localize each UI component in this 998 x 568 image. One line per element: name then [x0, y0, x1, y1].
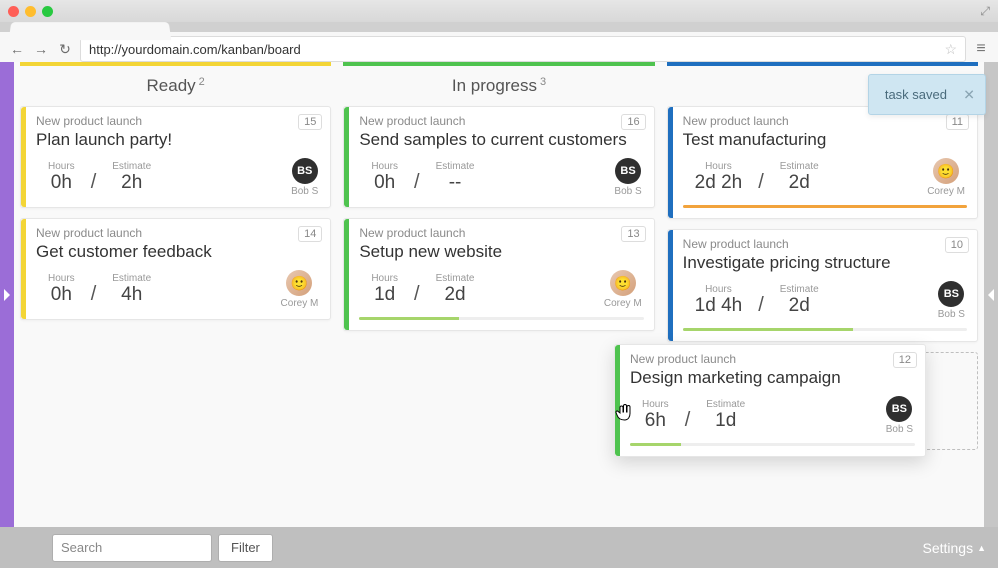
- close-window-icon[interactable]: [8, 6, 19, 17]
- assignee[interactable]: BS Bob S: [614, 158, 643, 197]
- search-placeholder: Search: [61, 540, 102, 555]
- card-number: 13: [621, 226, 645, 242]
- card-project: New product launch: [630, 352, 915, 366]
- back-icon[interactable]: ←: [8, 41, 26, 57]
- next-column-handle[interactable]: [984, 62, 998, 527]
- progress-bar: [683, 328, 967, 331]
- card-project: New product launch: [36, 226, 320, 240]
- bookmark-icon[interactable]: ☆: [944, 41, 957, 58]
- assignee[interactable]: Corey M: [604, 270, 644, 309]
- settings-button[interactable]: Settings ▲: [922, 540, 986, 556]
- column-title: In progress3: [343, 66, 654, 106]
- avatar: BS: [886, 396, 912, 422]
- card-title: Send samples to current customers: [359, 130, 643, 150]
- avatar: [933, 158, 959, 184]
- assignee-name: Corey M: [927, 186, 965, 197]
- forward-icon[interactable]: →: [32, 41, 50, 57]
- card-number: 16: [621, 114, 645, 130]
- avatar: BS: [938, 281, 964, 307]
- assignee-name: Bob S: [614, 186, 641, 197]
- card-title: Investigate pricing structure: [683, 253, 967, 273]
- task-card[interactable]: New product launch Investigate pricing s…: [667, 229, 978, 342]
- maximize-window-icon[interactable]: [42, 6, 53, 17]
- assignee[interactable]: Corey M: [927, 158, 967, 197]
- drag-layer: New product launch Design marketing camp…: [614, 344, 926, 467]
- filter-button[interactable]: Filter: [218, 534, 273, 562]
- assignee[interactable]: BS Bob S: [938, 281, 967, 320]
- toast-text: task saved: [885, 87, 947, 102]
- card-number: 15: [298, 114, 322, 130]
- card-number: 14: [298, 226, 322, 242]
- column-title: Ready2: [20, 66, 331, 106]
- task-card[interactable]: New product launch Test manufacturing 11…: [667, 106, 978, 219]
- card-project: New product launch: [683, 237, 967, 251]
- card-number: 10: [945, 237, 969, 253]
- task-card-dragging[interactable]: New product launch Design marketing camp…: [614, 344, 926, 457]
- column-in-progress: In progress3 New product launch Send sam…: [337, 62, 660, 527]
- reload-icon[interactable]: ↻: [56, 41, 74, 58]
- progress-bar: [683, 205, 967, 208]
- card-project: New product launch: [683, 114, 967, 128]
- assignee[interactable]: BS Bob S: [291, 158, 320, 197]
- task-card[interactable]: New product launch Send samples to curre…: [343, 106, 654, 208]
- avatar: BS: [615, 158, 641, 184]
- card-title: Design marketing campaign: [630, 368, 915, 388]
- card-project: New product launch: [359, 114, 643, 128]
- fullscreen-icon[interactable]: ⤢: [980, 4, 990, 19]
- avatar: BS: [292, 158, 318, 184]
- search-input[interactable]: Search: [52, 534, 212, 562]
- menu-icon[interactable]: ≡: [972, 40, 990, 58]
- card-number: 11: [946, 114, 969, 130]
- card-title: Test manufacturing: [683, 130, 967, 150]
- chevron-up-icon: ▲: [977, 543, 986, 553]
- card-project: New product launch: [36, 114, 320, 128]
- kanban-app: task saved ✕ Ready2 New product launch P…: [0, 62, 998, 568]
- address-bar[interactable]: http://yourdomain.com/kanban/board ☆: [80, 36, 966, 62]
- browser-chrome: ⤢ ← → ↻ http://yourdomain.com/kanban/boa…: [0, 0, 998, 67]
- progress-bar: [359, 317, 643, 320]
- window-titlebar: ⤢: [0, 0, 998, 22]
- traffic-lights[interactable]: [8, 6, 53, 17]
- card-title: Setup new website: [359, 242, 643, 262]
- task-card[interactable]: New product launch Plan launch party! 15…: [20, 106, 331, 208]
- close-icon[interactable]: ✕: [963, 86, 975, 103]
- assignee-name: Corey M: [281, 298, 319, 309]
- card-project: New product launch: [359, 226, 643, 240]
- column-ready: Ready2 New product launch Plan launch pa…: [14, 62, 337, 527]
- prev-column-handle[interactable]: [0, 62, 14, 527]
- footer-bar: Search Filter Settings ▲: [0, 527, 998, 568]
- task-card[interactable]: New product launch Get customer feedback…: [20, 218, 331, 320]
- assignee-name: Bob S: [938, 309, 965, 320]
- assignee-name: Bob S: [886, 424, 913, 435]
- assignee-name: Bob S: [291, 186, 318, 197]
- card-title: Get customer feedback: [36, 242, 320, 262]
- assignee[interactable]: Corey M: [281, 270, 321, 309]
- progress-bar: [630, 443, 915, 446]
- address-url: http://yourdomain.com/kanban/board: [89, 42, 301, 57]
- assignee[interactable]: BS Bob S: [886, 396, 915, 435]
- toast-task-saved: task saved ✕: [868, 74, 986, 115]
- card-title: Plan launch party!: [36, 130, 320, 150]
- avatar: [610, 270, 636, 296]
- card-number: 12: [893, 352, 917, 368]
- minimize-window-icon[interactable]: [25, 6, 36, 17]
- assignee-name: Corey M: [604, 298, 642, 309]
- browser-tabbar: [0, 22, 998, 32]
- avatar: [286, 270, 312, 296]
- task-card[interactable]: New product launch Setup new website 13 …: [343, 218, 654, 331]
- browser-tab[interactable]: [9, 22, 172, 40]
